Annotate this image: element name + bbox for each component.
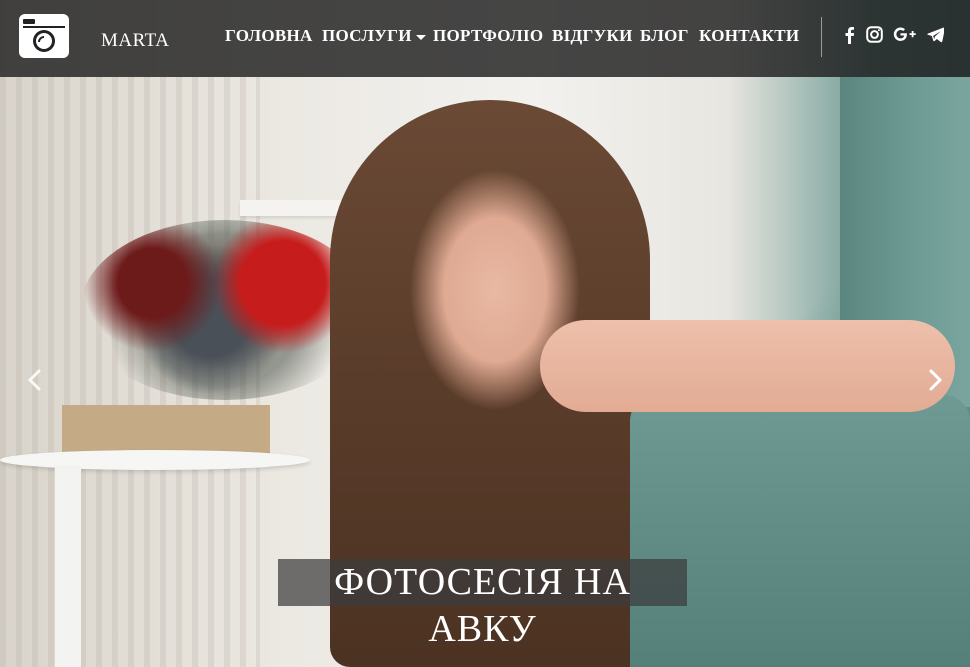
telegram-icon[interactable] (927, 26, 944, 43)
chevron-right-icon[interactable] (920, 365, 950, 395)
nav-divider (821, 17, 822, 57)
slide-caption: ФОТОСЕСІЯ НА АВКУ (278, 559, 687, 650)
facebook-icon[interactable] (843, 26, 855, 44)
nav-services[interactable]: ПОСЛУГИ (322, 26, 426, 46)
nav-services-label: ПОСЛУГИ (322, 26, 412, 45)
chevron-left-icon[interactable] (20, 365, 50, 395)
caret-down-icon (415, 34, 426, 40)
nav-home[interactable]: ГОЛОВНА (225, 26, 313, 46)
top-navbar: MARTA ГОЛОВНА ПОСЛУГИ ПОРТФОЛІО ВІДГУКИ … (0, 0, 970, 77)
camera-icon[interactable] (18, 13, 70, 59)
instagram-icon[interactable] (866, 26, 883, 43)
nav-portfolio[interactable]: ПОРТФОЛІО (433, 26, 543, 46)
flower-bouquet (80, 220, 370, 400)
subject-arm (540, 320, 955, 412)
side-table-leg (55, 465, 81, 667)
side-table (0, 450, 310, 470)
brand-name[interactable]: MARTA (101, 30, 169, 52)
armchair (630, 395, 970, 667)
nav-reviews[interactable]: ВІДГУКИ (552, 26, 633, 46)
nav-blog[interactable]: БЛОГ (640, 26, 689, 46)
google-plus-icon[interactable] (893, 26, 917, 43)
nav-contacts[interactable]: КОНТАКТИ (699, 26, 799, 46)
